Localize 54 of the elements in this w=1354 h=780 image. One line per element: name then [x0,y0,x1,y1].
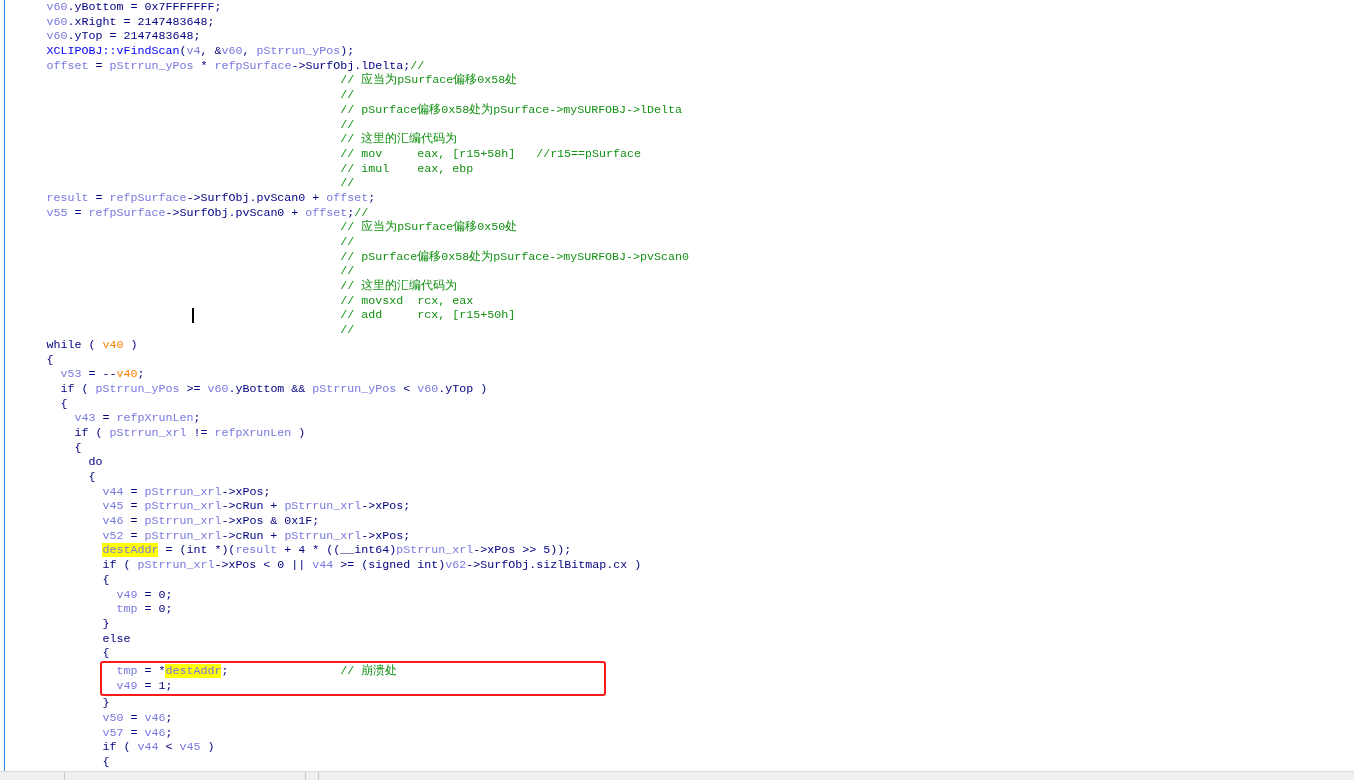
code-comment: // 应当为pSurface偏移0x58处 [340,73,518,89]
code-comment: // [340,323,355,338]
code-comment: // [340,176,355,191]
code-line: v60.xRight = 2147483648; [46,14,215,29]
code-comment: // [340,235,355,250]
code-line: while ( v40 ) [46,337,138,352]
code-line: if ( pStrrun_yPos >= v60.yBottom && pStrrun_yPos < v60.yTop ) [60,381,488,396]
code-line: v49 = 0; [116,587,173,602]
code-line: if ( pStrrun_xrl != refpXrunLen ) [74,425,306,440]
code-line: { [102,755,110,770]
code-line: v60.yBottom = 0x7FFFFFFF; [46,0,222,14]
code-comment: // [340,88,355,103]
code-comment: // 应当为pSurface偏移0x50处 [340,220,518,235]
code-comment: // [340,264,355,280]
code-line: } [102,696,110,711]
code-comment: // imul eax, ebp [340,161,474,177]
code-line: { [60,396,68,411]
code-comment: // 这里的汇编代码为 [340,132,458,147]
code-line: XCLIPOBJ::vFindScan(v4, &v60, pStrrun_yPos); [46,44,355,59]
code-line: result = refpSurface->SurfObj.pvScan0 + offset; [46,190,376,205]
code-line: v45 = pStrrun_xrl->cRun + pStrrun_xrl->xPos; [102,499,411,514]
code-line: v43 = refpXrunLen; [74,411,201,426]
code-comment: // add rcx, [r15+50h] [340,308,516,324]
code-line: { [46,352,54,367]
code-line: tmp = 0; [116,602,173,617]
code-line: tmp = *destAddr; [116,663,229,678]
code-comment: // pSurface偏移0x58处为pSurface->mySURFOBJ->lDelta [340,102,683,118]
code-line: offset = pStrrun_yPos * refpSurface->SurfObj.lDelta;// [46,58,425,73]
code-line: else [102,631,131,646]
code-line: v52 = pStrrun_xrl->cRun + pStrrun_xrl->xPos; [102,528,411,543]
code-comment: // [340,117,355,133]
code-line: { [102,572,110,587]
code-line: v50 = v46; [102,711,173,725]
code-line: v60.yTop = 2147483648; [46,29,201,44]
code-line: v44 = pStrrun_xrl->xPos; [102,484,271,499]
code-line: { [102,646,110,661]
code-comment: // 这里的汇编代码为 [340,279,458,294]
code-line: if ( pStrrun_xrl->xPos < 0 || v44 >= (signed int)v62->SurfObj.sizlBitmap.cx ) [102,558,642,573]
code-comment: // pSurface偏移0x58处为pSurface->mySURFOBJ->pvScan0 [340,249,690,265]
code-comment: // 崩溃处 [340,663,398,679]
code-line: do [88,455,103,470]
code-line: v53 = --v40; [60,367,145,382]
code-line: v49 = 1; [116,678,173,693]
code-line: v55 = refpSurface->SurfObj.pvScan0 + offset;// [46,205,369,220]
text-cursor-icon [192,308,194,323]
code-line: v57 = v46; [102,725,173,740]
code-line: { [74,440,82,455]
code-line: if ( v44 < v45 ) [102,740,215,755]
code-comment: // movsxd rcx, eax [340,293,474,309]
code-line: destAddr = (int *)(result + 4 * ((__int64)pStrrun_xrl->xPos >> 5)); [102,543,572,558]
code-line: } [102,616,110,631]
code-line: v46 = pStrrun_xrl->xPos & 0x1F; [102,514,320,529]
code-comment: // mov eax, [r15+58h] //r15==pSurface [340,146,642,162]
code-line: { [88,470,96,484]
